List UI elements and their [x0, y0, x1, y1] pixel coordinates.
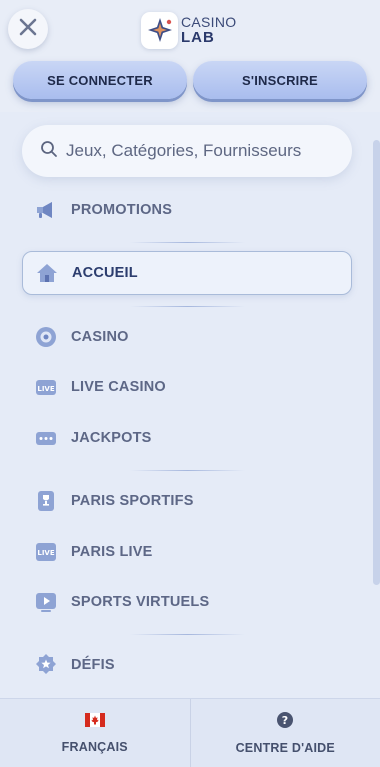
- help-label: CENTRE D'AIDE: [235, 740, 335, 755]
- menu-scrollbar[interactable]: [373, 140, 380, 585]
- close-icon: [19, 18, 37, 41]
- help-center-button[interactable]: ? CENTRE D'AIDE: [189, 699, 380, 767]
- canada-flag-icon: [84, 712, 105, 732]
- menu-item-live-casino[interactable]: LIVE LIVE CASINO: [22, 365, 352, 409]
- menu-divider: [130, 306, 245, 307]
- megaphone-icon: [34, 198, 58, 222]
- search-field[interactable]: [22, 125, 352, 177]
- logo[interactable]: CASINO LAB: [141, 11, 241, 49]
- live-bet-icon: LIVE: [34, 540, 58, 564]
- menu-item-challenges[interactable]: DÉFIS: [22, 643, 352, 687]
- search-icon: [40, 140, 58, 163]
- menu-item-label: ACCUEIL: [72, 265, 138, 281]
- menu-item-label: JACKPOTS: [71, 430, 152, 446]
- language-label: FRANÇAIS: [61, 739, 128, 754]
- menu-item-label: CASINO: [71, 329, 129, 345]
- badge-star-icon: [34, 653, 58, 677]
- live-casino-icon: LIVE: [34, 375, 58, 399]
- menu-item-label: LIVE CASINO: [71, 379, 166, 395]
- menu-item-label: DÉFIS: [71, 657, 115, 673]
- footer: FRANÇAIS ? CENTRE D'AIDE: [0, 698, 380, 767]
- logo-star-icon: [141, 11, 178, 49]
- menu-item-casino[interactable]: CASINO: [22, 315, 352, 359]
- logo-text-lab: LAB: [181, 29, 215, 46]
- trophy-icon: [34, 489, 58, 513]
- close-button[interactable]: [8, 9, 48, 49]
- language-selector[interactable]: FRANÇAIS: [0, 699, 190, 767]
- casino-chip-icon: [34, 325, 58, 349]
- menu-divider: [130, 634, 245, 635]
- svg-text:LIVE: LIVE: [37, 385, 54, 393]
- home-icon: [35, 261, 59, 285]
- menu-item-label: PROMOTIONS: [71, 202, 173, 218]
- menu-item-jackpots[interactable]: JACKPOTS: [22, 416, 352, 460]
- menu-item-label: PARIS LIVE: [71, 544, 153, 560]
- menu-item-sports-betting[interactable]: PARIS SPORTIFS: [22, 479, 352, 523]
- menu-item-live-betting[interactable]: LIVE PARIS LIVE: [22, 530, 352, 574]
- search-input[interactable]: [66, 141, 346, 161]
- svg-text:?: ?: [282, 714, 288, 727]
- menu-divider: [130, 242, 245, 243]
- menu-item-promotions[interactable]: PROMOTIONS: [22, 188, 352, 232]
- menu-item-label: SPORTS VIRTUELS: [71, 594, 210, 610]
- menu-item-label: PARIS SPORTIFS: [71, 493, 194, 509]
- svg-text:LIVE: LIVE: [37, 549, 54, 557]
- play-icon: [34, 590, 58, 614]
- header: CASINO LAB SE CONNECTER S'INSCRIRE: [0, 0, 380, 112]
- login-button[interactable]: SE CONNECTER: [13, 61, 187, 99]
- help-icon: ?: [277, 711, 294, 733]
- register-button[interactable]: S'INSCRIRE: [193, 61, 367, 99]
- menu-item-home[interactable]: ACCUEIL: [22, 251, 352, 295]
- jackpot-icon: [34, 426, 58, 450]
- menu-divider: [130, 470, 245, 471]
- logo-text-casino: CASINO: [181, 14, 237, 30]
- menu-item-virtual-sports[interactable]: SPORTS VIRTUELS: [22, 580, 352, 624]
